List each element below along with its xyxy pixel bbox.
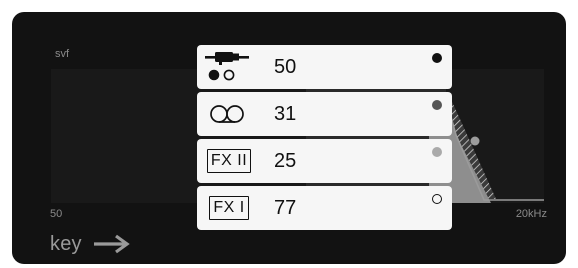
parameter-row-fx1[interactable]: FX I 77 xyxy=(197,186,452,230)
parameter-row-tape[interactable]: 31 xyxy=(197,92,452,136)
min-frequency-label: 50 xyxy=(50,208,63,220)
fx-badge-label: FX II xyxy=(206,149,252,173)
parameter-value: 25 xyxy=(274,150,297,172)
parameter-row-fx2[interactable]: FX II 25 xyxy=(197,139,452,183)
filter-type-label: svf xyxy=(55,48,70,60)
parameter-row-cable[interactable]: 50 xyxy=(197,45,452,89)
cable-icon xyxy=(203,51,255,83)
parameter-value: 77 xyxy=(274,197,297,219)
fx-badge-icon: FX I xyxy=(203,192,255,224)
parameter-value: 50 xyxy=(274,56,297,78)
arrow-right-icon xyxy=(93,234,130,254)
max-frequency-label: 20kHz xyxy=(515,208,547,220)
key-button[interactable]: key xyxy=(50,230,134,258)
key-label: key xyxy=(50,233,82,255)
tape-reels-icon xyxy=(203,98,255,130)
status-dot xyxy=(432,194,442,204)
fx-badge-icon: FX II xyxy=(203,145,255,177)
parameter-list: 50 31 FX II 25 FX I 77 xyxy=(197,45,452,233)
status-dot xyxy=(432,53,442,63)
status-dot xyxy=(432,100,442,110)
parameter-value: 31 xyxy=(274,103,297,125)
synth-panel: svf Q 50 20kHz key xyxy=(12,12,566,264)
fx-badge-label: FX I xyxy=(209,196,249,220)
cutoff-handle[interactable] xyxy=(470,136,480,146)
status-dot xyxy=(432,147,442,157)
